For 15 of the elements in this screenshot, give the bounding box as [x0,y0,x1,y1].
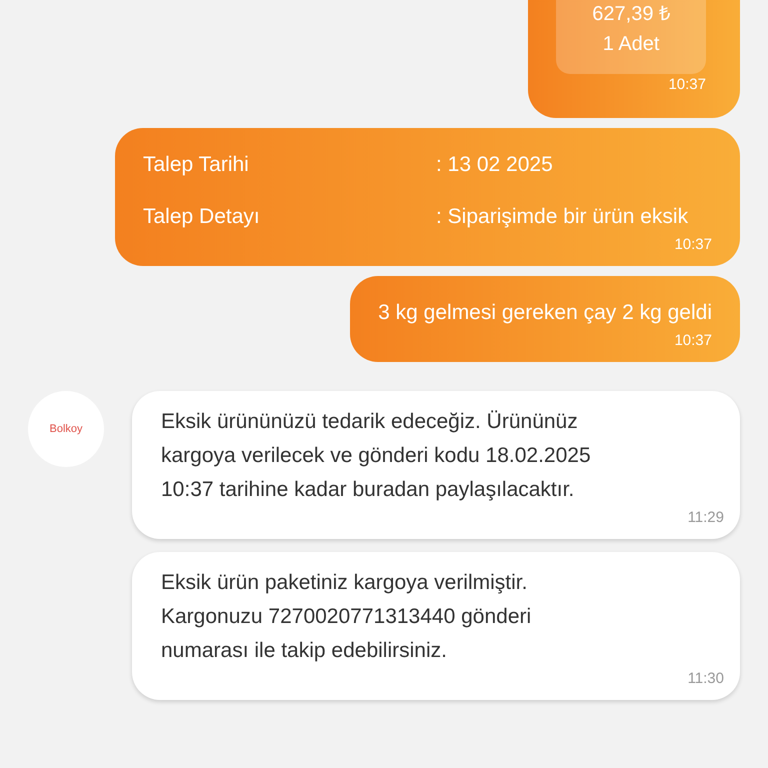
message-time: 10:37 [673,235,712,255]
message-time: 10:37 [673,331,712,351]
message-time: 11:30 [686,669,724,689]
message-text: 3 kg gelmesi gereken çay 2 kg geldi [378,300,712,326]
avatar: Bolkoy [28,391,104,467]
field-value: : Siparişimde bir ürün eksik [436,204,690,230]
message-time: 11:29 [686,508,724,528]
product-quantity: 1 Adet [602,32,660,57]
message-time: 10:37 [667,75,706,95]
message-text: Eksik ürününüzü tedarik edeceğiz. Ürününüz kargoya verilecek ve gönderi kodu 18.02.2025 10:37 tarihine kadar buradan paylaşılacaktır. [161,409,592,503]
message-text: Eksik ürün paketiniz kargoya verilmiştir. Kargonuzu 7270020771313440 gönderi numarası ile takip edebilirsiniz. [161,570,532,664]
field-label: Talep Detayı [143,204,261,230]
field-value: : 13 02 2025 [436,152,554,178]
product-price: 627,39 ₺ [592,2,670,27]
field-label: Talep Tarihi [143,152,250,178]
